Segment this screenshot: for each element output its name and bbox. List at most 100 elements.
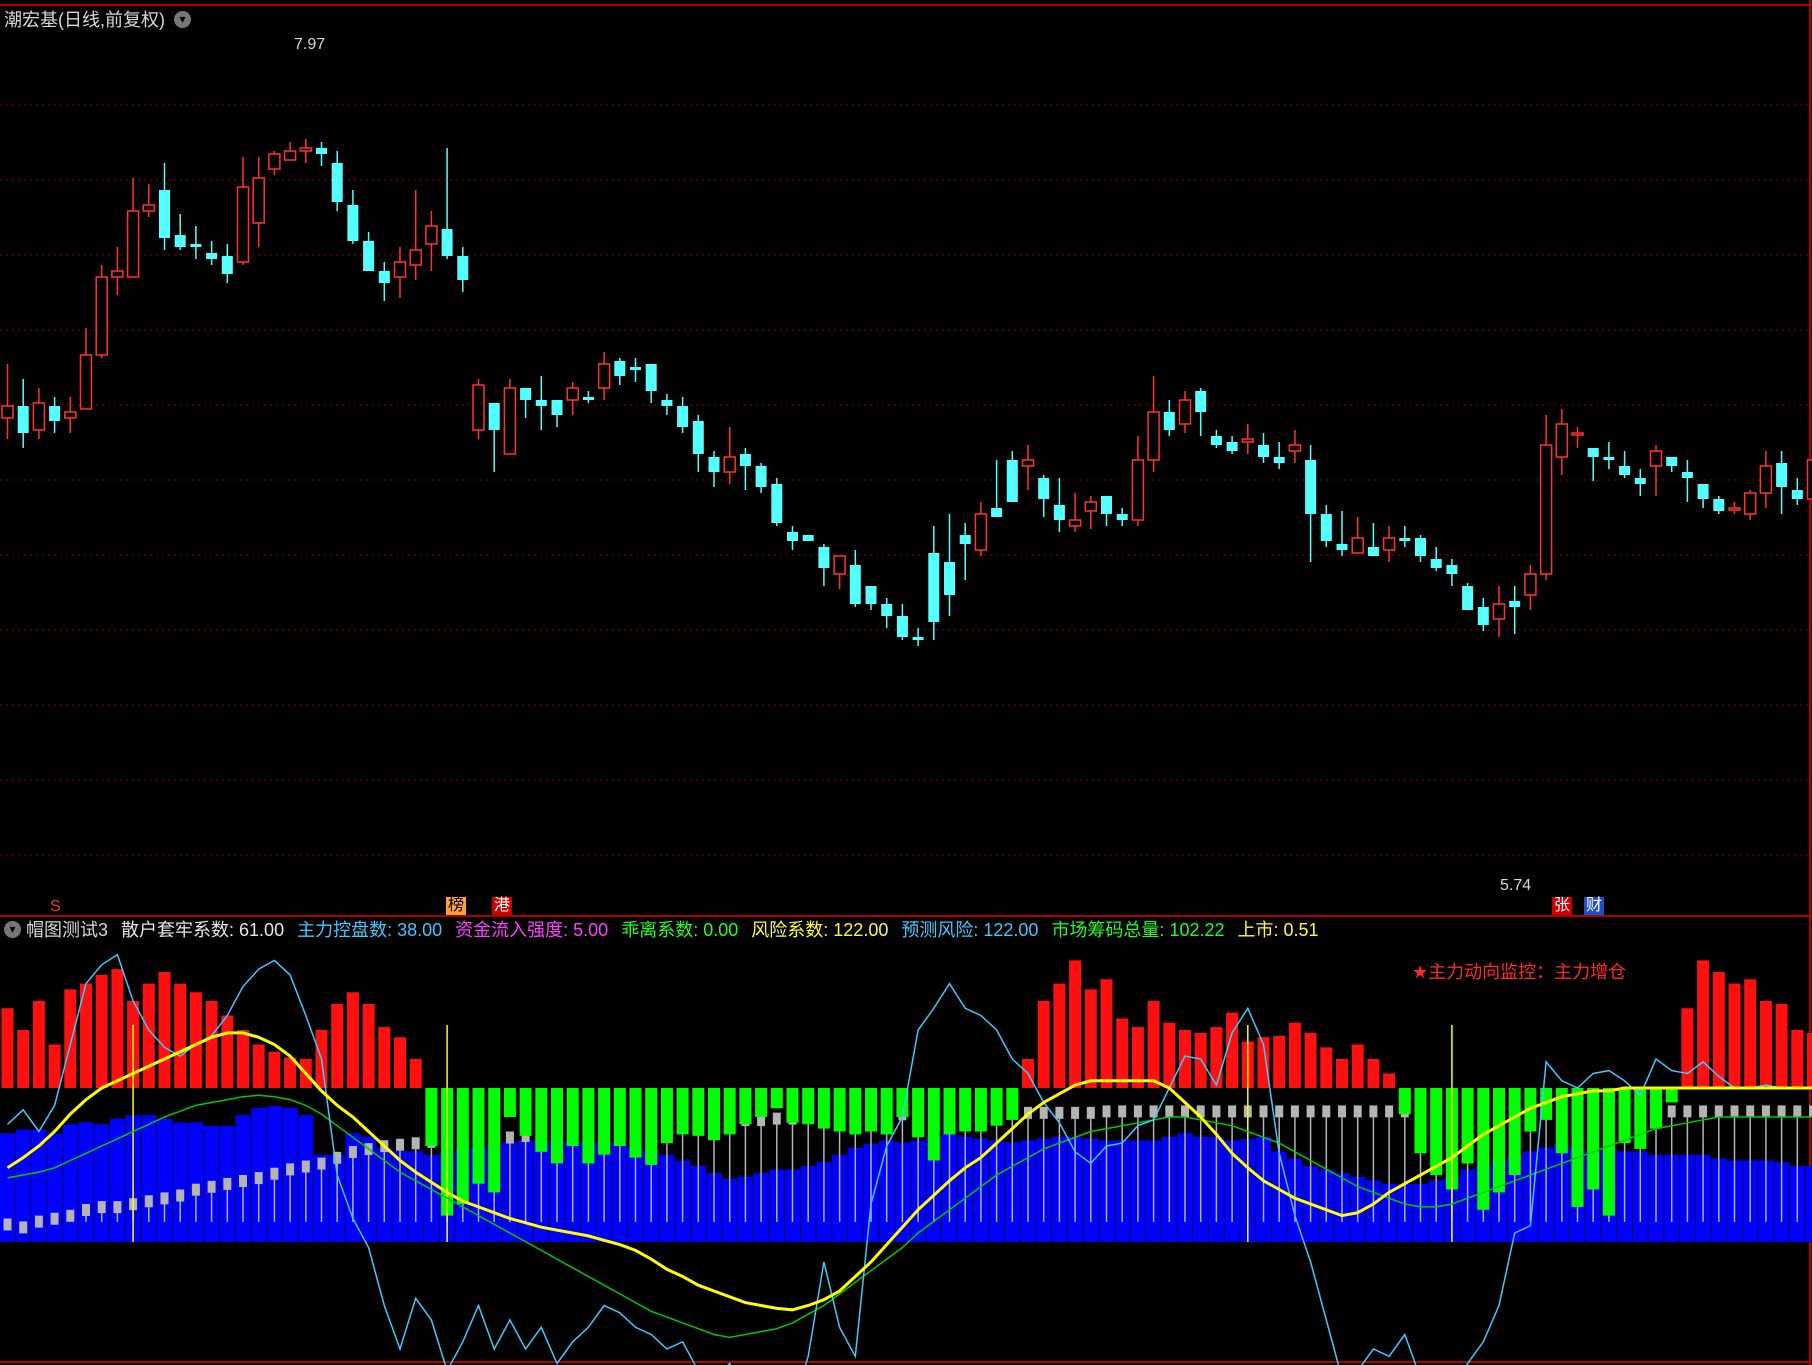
candle-body <box>1053 505 1065 520</box>
gray-marker-bar <box>1181 1105 1189 1118</box>
candle-body <box>1619 466 1631 475</box>
histogram-bar <box>362 1003 375 1088</box>
gray-marker-bar <box>1699 1105 1708 1118</box>
candle-body <box>1367 547 1379 556</box>
candle-body <box>551 400 563 415</box>
histogram-bar <box>676 1088 689 1135</box>
gray-marker-bar <box>144 1195 153 1208</box>
candle-body <box>378 271 390 283</box>
candle-body <box>1681 472 1693 478</box>
candle-body <box>252 177 265 224</box>
candle-body <box>818 547 830 568</box>
candle-body <box>912 637 924 640</box>
gray-marker-bar <box>1683 1105 1692 1118</box>
candle-body <box>1399 538 1411 541</box>
gray-marker-bar <box>1385 1105 1394 1118</box>
s-marker[interactable]: S <box>48 898 63 916</box>
indicator-chevron-icon[interactable]: ▾ <box>4 921 21 938</box>
histogram-bar <box>802 1088 815 1125</box>
candle-body <box>1038 478 1050 499</box>
histogram-bar <box>1288 1022 1301 1088</box>
histogram-bar <box>378 1027 391 1088</box>
histogram-bar <box>1650 1088 1662 1129</box>
gray-marker-bar <box>301 1160 310 1173</box>
histogram-bar <box>409 1059 422 1088</box>
candle-body <box>630 367 641 370</box>
bang-marker[interactable]: 榜 <box>446 897 467 915</box>
candle-body <box>974 513 988 551</box>
zhang-marker[interactable]: 张 <box>1552 897 1573 915</box>
gray-marker-bar <box>1055 1106 1064 1119</box>
histogram-bar <box>456 1088 469 1204</box>
candle-body <box>739 454 751 466</box>
candle-body <box>1305 460 1317 514</box>
histogram-bar <box>394 1037 406 1088</box>
histogram-bar <box>1100 979 1113 1088</box>
histogram-bar <box>723 1088 736 1135</box>
candle-body <box>692 421 704 454</box>
indicator-series <box>0 953 1812 1365</box>
histogram-bar <box>142 983 155 1088</box>
histogram-bar <box>1461 1088 1474 1164</box>
histogram-bar <box>1179 1030 1191 1088</box>
blue-volume-bar <box>157 1118 172 1242</box>
histogram-bar <box>346 992 359 1088</box>
blue-volume-bar <box>1805 1165 1812 1242</box>
histogram-bar <box>833 1088 846 1132</box>
candle-body <box>441 229 453 256</box>
candle-body <box>126 210 140 278</box>
histogram-bar <box>629 1088 642 1158</box>
candle-body <box>849 565 861 604</box>
histogram-bar <box>1791 1030 1804 1088</box>
candle-body <box>1776 463 1788 487</box>
histogram-bar <box>755 1088 768 1117</box>
histogram-bar <box>488 1088 501 1193</box>
candle-body <box>472 384 485 431</box>
histogram-bar <box>613 1088 626 1146</box>
gray-marker-bar <box>1118 1105 1127 1118</box>
chevron-down-icon[interactable]: ▾ <box>174 11 191 28</box>
histogram-bar <box>1744 979 1757 1088</box>
candle-body <box>457 256 469 280</box>
histogram-bar <box>1697 960 1710 1088</box>
indicator-item: 散户套牢系数: 61.00 <box>121 920 285 940</box>
gray-marker-bar <box>1039 1106 1048 1119</box>
monitor-alert: ★主力动向监控：主力增仓 <box>1412 962 1627 982</box>
candle-body <box>268 153 281 170</box>
gray-marker-bar <box>1369 1105 1378 1118</box>
candle-body <box>111 270 124 278</box>
candle-body <box>1288 444 1302 452</box>
histogram-bar <box>1759 1001 1772 1088</box>
cai-marker[interactable]: 财 <box>1584 897 1605 915</box>
gang-marker[interactable]: 港 <box>492 897 513 915</box>
candle-body <box>787 532 798 541</box>
gray-marker-bar <box>223 1177 232 1190</box>
candle-body <box>1697 484 1709 499</box>
histogram-bar <box>1775 1003 1788 1088</box>
gray-marker-bar <box>1322 1105 1331 1118</box>
histogram-bar <box>1665 1088 1678 1103</box>
histogram-bar <box>1351 1044 1364 1088</box>
histogram-bar <box>865 1088 877 1132</box>
histogram-bar <box>503 1088 516 1117</box>
blue-volume-bar <box>172 1122 188 1242</box>
blue-volume-bar <box>47 1133 63 1242</box>
gray-marker-bar <box>396 1138 404 1151</box>
histogram-bar <box>692 1088 705 1136</box>
histogram-bar <box>174 983 187 1088</box>
histogram-bar <box>974 1088 987 1132</box>
candle-body <box>535 400 547 406</box>
candle-body <box>1555 423 1569 458</box>
high-price-label: 7.97 <box>294 36 326 53</box>
candle-body <box>597 363 611 389</box>
histogram-bar <box>566 1088 579 1146</box>
histogram-bar <box>64 989 77 1088</box>
candle-body <box>236 186 250 263</box>
candle-body <box>1446 565 1458 574</box>
candle-body <box>1195 391 1207 412</box>
histogram-bar <box>111 969 124 1088</box>
indicator-name[interactable]: 帽图测试3 <box>26 920 108 940</box>
candle-body <box>1382 537 1396 551</box>
histogram-bar <box>912 1088 925 1138</box>
gray-marker-bar <box>97 1201 106 1214</box>
